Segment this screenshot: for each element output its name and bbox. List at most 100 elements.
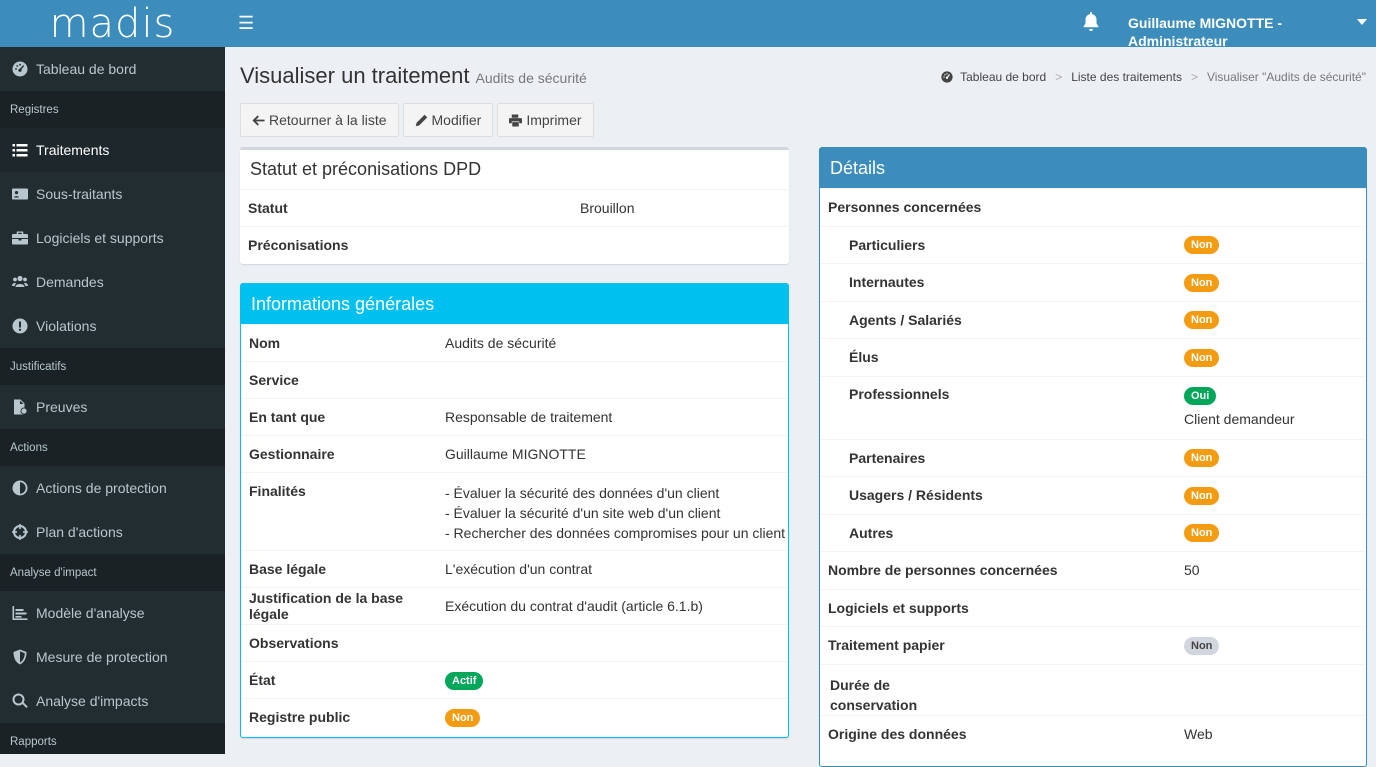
detail-label: Internautes [849,274,925,291]
sidebar: Tableau de bord Registres Traitements Sous-… [0,47,225,754]
page-subtitle: Audits de sécurité [475,70,587,86]
detail-label: Usagers / Résidents [849,487,983,504]
id-card-icon [12,186,28,202]
sidebar-item-label: Plan d'actions [36,524,123,540]
print-label: Imprimer [526,112,582,128]
sidebar-item-logiciels-et-supports[interactable]: Logiciels et supports [0,216,225,260]
detail-value: Non [1184,348,1220,367]
detail-value: Non [1184,636,1220,655]
sidebar-item-label: Mesure de protection [36,649,168,665]
edit-button[interactable]: Modifier [402,103,494,137]
printer-icon [509,113,523,127]
sidebar-item-label: Demandes [36,274,104,290]
sidebar-item-label: Actions de protection [36,480,167,496]
breadcrumb: Tableau de bord > Liste des traitements … [941,70,1366,84]
status-badge: Non [1184,236,1220,255]
print-button[interactable]: Imprimer [497,103,594,137]
status-badge: Non [1184,449,1220,468]
status-badge: Non [1184,311,1220,330]
breadcrumb-list[interactable]: Liste des traitements [1071,70,1182,84]
adjust-icon [12,480,28,496]
row-value: Actif [445,671,484,690]
detail-row: Personnes concernées [820,188,1366,226]
sidebar-item-sous-traitants[interactable]: Sous-traitants [0,172,225,216]
sidebar-item-analyse-d-impacts[interactable]: Analyse d'impacts [0,679,225,723]
sidebar-item-preuves[interactable]: Preuves [0,385,225,429]
sidebar-section-header: Actions [0,429,225,466]
sidebar-item-demandes[interactable]: Demandes [0,260,225,304]
status-row: Statut Brouillon [240,189,789,226]
file-icon [12,399,28,415]
sidebar-item-plan-d-actions[interactable]: Plan d'actions [0,510,225,554]
detail-row: Autres Non [820,513,1366,552]
row-value-line: - Évaluer la sécurité d'un site web d'un… [445,505,721,521]
sidebar-item-label: Sous-traitants [36,186,123,202]
user-menu[interactable]: Guillaume MIGNOTTE - Administrateur [1128,14,1376,50]
status-badge: Oui [1184,386,1217,405]
status-badge: Non [445,708,481,727]
status-badge: Non [1184,524,1220,543]
row-value: Responsable de traitement [445,407,612,427]
detail-value: Non [1184,448,1220,468]
sidebar-item-actions-de-protection[interactable]: Actions de protection [0,466,225,510]
user-caret-icon[interactable] [1357,19,1367,25]
detail-row: Agents / Salariés Non [820,300,1366,339]
detail-row: Usagers / Résidents Non [820,476,1366,514]
sidebar-item-label: Traitements [36,142,110,158]
sidebar-toggle-icon[interactable]: ☰ [238,12,254,34]
top-navbar: madis ☰ Guillaume MIGNOTTE - Administrat… [0,0,1376,50]
crosshairs-icon [12,524,28,540]
table-row: État Actif [241,661,788,698]
row-value: Non [445,708,481,727]
row-label: Service [249,372,299,388]
row-label: En tant que [249,409,326,425]
row-value-line: Responsable de traitement [445,409,613,425]
row-value-line: - Rechercher des données compromises pou… [445,525,786,541]
row-value: L'exécution d'un contrat [445,559,592,579]
action-buttons: Retourner à la liste Modifier Imprimer [240,103,594,137]
detail-label: Particuliers [849,236,926,253]
row-label: Nom [249,335,281,351]
sidebar-section-header: Analyse d'impact [0,554,225,591]
app-logo[interactable]: madis [0,0,225,47]
breadcrumb-home[interactable]: Tableau de bord [960,70,1046,84]
detail-row: Logiciels et supports [820,588,1366,627]
status-badge: Non [1184,348,1220,367]
detail-label: Élus [849,349,879,366]
sidebar-item-tableau-de-bord[interactable]: Tableau de bord [0,47,225,91]
sidebar-item-label: Logiciels et supports [36,230,164,246]
table-row: Gestionnaire Guillaume MIGNOTTE [241,435,788,472]
detail-row: Traitement papier Non [820,626,1366,664]
sidebar-item-violations[interactable]: Violations [0,304,225,348]
status-badge: Actif [445,671,484,690]
detail-row: Durée de conservation [820,663,1366,715]
sidebar-section-header: Registres [0,91,225,128]
sidebar-item-mesure-de-protection[interactable]: Mesure de protection [0,635,225,679]
row-value-line: L'exécution d'un contrat [445,561,592,577]
detail-label: Autres [849,524,894,541]
sidebar-item-traitements[interactable]: Traitements [0,128,225,172]
status-badge: Non [1184,486,1220,505]
exclamation-circle-icon [12,318,28,334]
detail-value: Non [1184,273,1220,292]
sidebar-item-label: Modèle d'analyse [36,605,145,621]
status-row: Préconisations [240,226,789,263]
dpd-status-title: Statut et préconisations DPD [250,159,482,179]
detail-value: Web [1184,726,1213,742]
row-value: Guillaume MIGNOTTE [445,444,586,464]
row-value-line: - Évaluer la sécurité des données d'un c… [445,485,720,501]
detail-value-text: Web [1184,725,1213,742]
row-label: Observations [249,635,339,651]
search-icon [12,693,28,709]
detail-label: Durée de conservation [830,676,918,713]
bell-icon[interactable] [1083,12,1099,32]
general-info-box: Informations générales Nom Audits de sécu… [240,283,789,738]
detail-label: Origine des données [828,725,967,742]
sidebar-item-modele-d-analyse[interactable]: Modèle d'analyse [0,591,225,635]
chart-icon [12,605,28,621]
back-to-list-button[interactable]: Retourner à la liste [240,103,399,137]
page-title-text: Visualiser un traitement [240,63,470,88]
sidebar-section-header: Justificatifs [0,348,225,385]
detail-value: Non [1184,310,1220,330]
breadcrumb-current: Visualiser "Audits de sécurité" [1206,70,1366,84]
